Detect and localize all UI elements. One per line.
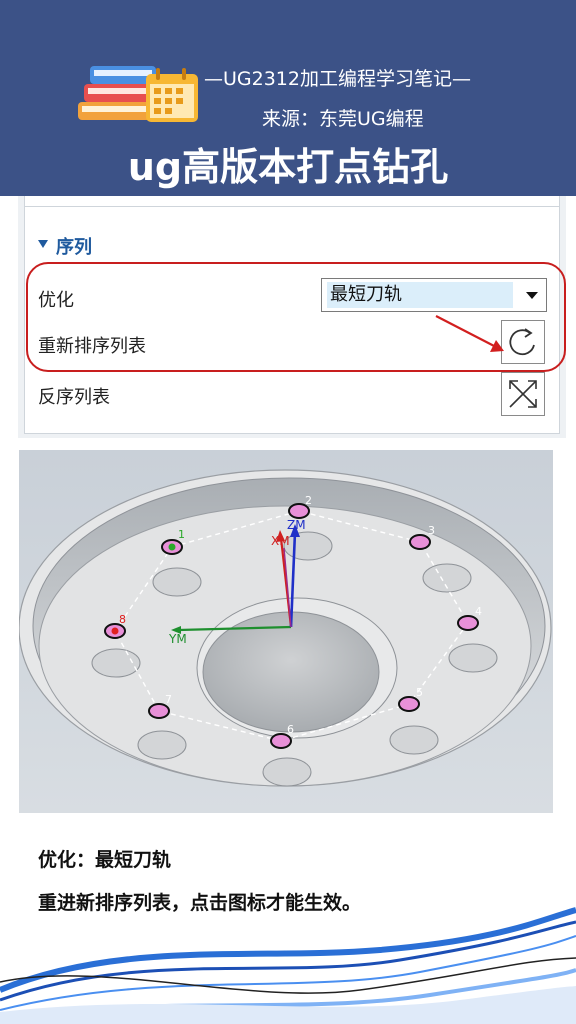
- point-label-7: 7: [165, 693, 172, 706]
- reverse-list-button[interactable]: [501, 372, 545, 416]
- axis-label-ym: YM: [169, 632, 187, 646]
- reverse-label: 反序列表: [38, 387, 110, 408]
- decorative-waves: [0, 907, 576, 1024]
- graphics-viewport[interactable]: ZM XM YM 1 2 3 4 5 6 7 8: [19, 450, 553, 813]
- page-title: ug高版本打点钻孔: [127, 145, 449, 189]
- header-subtitle: —UG2312加工编程学习笔记—: [204, 68, 471, 90]
- point-label-4: 4: [475, 605, 482, 618]
- collapse-triangle-icon[interactable]: [38, 240, 48, 248]
- note-optimize: 优化：最短刀轨: [38, 849, 172, 871]
- axis-label-zm: ZM: [287, 518, 306, 532]
- point-label-6: 6: [287, 723, 294, 736]
- header-source: 来源：东莞UG编程: [262, 108, 424, 130]
- books-calendar-icon: [78, 66, 198, 122]
- point-label-1: 1: [178, 528, 185, 541]
- point-label-8: 8: [119, 613, 126, 626]
- red-arrow-icon: [435, 315, 504, 352]
- reverse-arrows-icon: [509, 380, 537, 408]
- axis-label-xm: XM: [271, 534, 290, 548]
- point-label-3: 3: [428, 524, 435, 537]
- point-label-2: 2: [305, 494, 312, 507]
- section-title-sequence[interactable]: 序列: [56, 233, 92, 259]
- point-label-5: 5: [416, 686, 423, 699]
